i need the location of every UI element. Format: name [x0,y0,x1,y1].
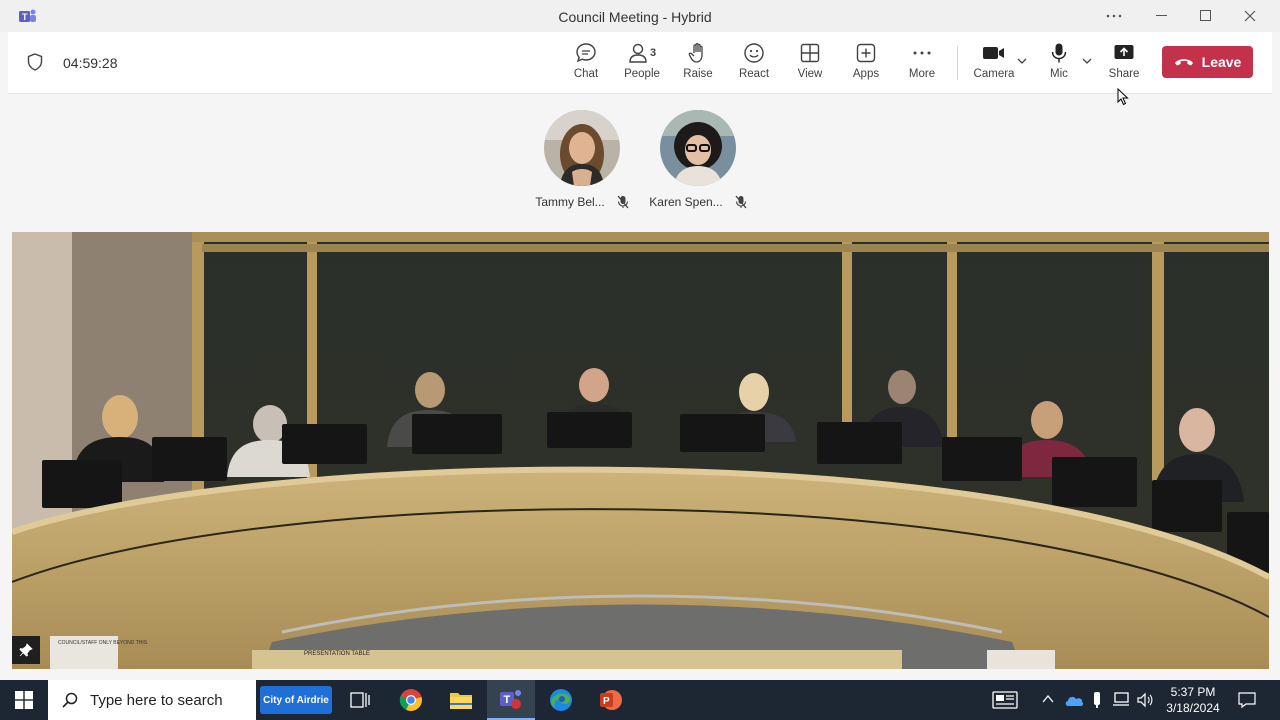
file-explorer-app[interactable] [437,680,485,720]
camera-icon [983,47,1004,59]
chrome-icon [399,689,422,711]
chat-icon [576,43,596,63]
search-icon [62,692,78,708]
teams-logo-icon: T [500,690,521,709]
title-bar: T Council Meeting - Hybrid [0,0,1280,32]
svg-text:P: P [603,696,610,707]
volume-icon[interactable] [1136,691,1154,709]
people-icon [629,43,647,63]
more-actions-button[interactable]: More [895,42,949,80]
shield-icon[interactable] [27,53,43,71]
meeting-timer: 04:59:28 [63,55,118,71]
edge-app[interactable] [537,680,585,720]
maximize-button[interactable] [1190,5,1222,27]
window-title: Council Meeting - Hybrid [558,9,712,25]
chrome-app[interactable] [387,680,435,720]
taskbar-clock[interactable]: 5:37 PM 3/18/2024 [1158,684,1228,716]
placard-text: PRESENTATION TABLE [304,651,370,657]
grid-view-icon [800,43,820,63]
edge-icon [550,689,572,711]
raise-hand-icon [688,43,703,63]
participant-name: Karen Spen... [649,195,723,209]
participant-tile[interactable]: Karen Spen... [638,110,758,209]
folder-icon [450,693,472,709]
more-dots-icon [913,51,931,55]
clock-time: 5:37 PM [1170,685,1216,699]
city-of-airdrie-shortcut[interactable]: City of Airdrie [260,686,332,714]
notifications-icon[interactable] [1238,691,1256,709]
council-chamber-video[interactable]: PRESENTATION TABLE COUNCIL/STAFF ONLY BE… [12,232,1269,669]
participant-avatar [660,110,736,186]
maximize-icon [1200,10,1211,21]
mic-muted-icon [735,195,747,209]
pin-video-button[interactable] [12,636,40,664]
window-more-button[interactable] [1098,5,1130,27]
share-label: Share [1108,68,1140,80]
participant-name-row: Karen Spen... [638,195,758,209]
news-widget-icon[interactable] [992,691,1018,709]
camera-label: Camera [973,68,1015,80]
participant-name: Tammy Bel... [535,195,605,209]
chevron-up-icon[interactable] [1042,694,1054,704]
apps-label: Apps [852,68,880,80]
mouse-cursor-icon [1117,88,1129,106]
mic-button[interactable]: Mic [1032,42,1086,80]
close-button[interactable] [1234,5,1266,27]
close-icon [1244,10,1256,22]
mic-muted-icon [617,195,629,209]
leave-label: Leave [1201,54,1242,70]
search-placeholder: Type here to search [90,691,223,709]
camera-button[interactable]: Camera [967,42,1021,80]
more-label: More [908,68,936,80]
mic-options-chevron-icon[interactable] [1082,58,1092,64]
onedrive-cloud-icon[interactable] [1064,693,1084,707]
network-icon[interactable] [1112,691,1130,709]
toolbar-separator [957,46,958,80]
react-button[interactable]: React [727,42,781,80]
participant-avatar [544,110,620,186]
raise-hand-button[interactable]: Raise [671,42,725,80]
windows-taskbar: Type here to search City of Airdrie T P … [0,680,1280,720]
camera-options-chevron-icon[interactable] [1017,58,1027,64]
view-button[interactable]: View [783,42,837,80]
minimize-icon [1156,15,1167,16]
people-label: People [624,68,660,80]
raise-label: Raise [683,68,713,80]
smiley-icon [744,43,764,63]
chat-label: Chat [573,68,599,80]
add-app-icon [856,43,876,63]
share-button[interactable]: Share [1097,42,1151,80]
clock-date: 3/18/2024 [1166,701,1220,715]
view-label: View [797,68,823,80]
task-view-icon [350,692,370,708]
start-button[interactable] [0,680,48,720]
people-count: 3 [650,47,657,59]
powerpoint-icon: P [600,690,622,710]
placard-text: COUNCIL/STAFF ONLY BEYOND THIS [58,640,148,646]
taskbar-search-box[interactable]: Type here to search [48,680,256,720]
microphone-icon [1051,43,1067,63]
people-button[interactable]: 3 People [615,42,669,80]
usb-device-icon[interactable] [1092,691,1102,709]
participant-name-row: Tammy Bel... [522,195,642,209]
windows-logo-icon [15,691,33,709]
teams-app[interactable]: T [487,680,535,720]
svg-text:T: T [504,694,511,706]
share-screen-icon [1114,45,1134,59]
teams-window: T Council Meeting - Hybrid 04:59:28 Chat… [0,0,1280,680]
more-dots-icon [1106,14,1122,18]
react-label: React [738,68,770,80]
mic-label: Mic [1050,68,1068,80]
pin-icon [19,643,33,657]
hang-up-phone-icon [1174,59,1193,66]
task-view-button[interactable] [336,680,384,720]
apps-button[interactable]: Apps [839,42,893,80]
chat-button[interactable]: Chat [559,42,613,80]
participant-tile[interactable]: Tammy Bel... [522,110,642,209]
meeting-toolbar: 04:59:28 Chat 3 People Raise React View … [8,32,1272,94]
powerpoint-app[interactable]: P [587,680,635,720]
leave-button[interactable]: Leave [1162,46,1253,78]
minimize-button[interactable] [1146,5,1178,27]
